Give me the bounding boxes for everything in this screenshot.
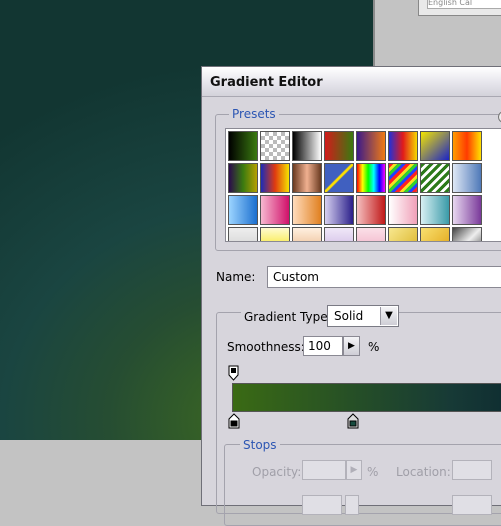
preset-swatch[interactable] [420, 195, 450, 225]
smoothness-label: Smoothness: [227, 340, 305, 354]
preset-swatch[interactable] [228, 195, 258, 225]
color-menu-button[interactable] [345, 495, 359, 515]
opacity-input[interactable] [302, 460, 346, 480]
gradient-type-value: Solid [334, 309, 364, 323]
gradient-type-select[interactable]: Solid ▼ [327, 305, 399, 327]
presets-legend: Presets [229, 107, 279, 121]
preset-swatch[interactable] [292, 227, 322, 241]
preset-swatch[interactable] [324, 227, 354, 241]
background-text-field[interactable]: English Cal [427, 0, 501, 9]
preset-swatch[interactable] [452, 131, 482, 161]
preset-swatch[interactable] [228, 227, 258, 241]
color-swatch-field[interactable] [302, 495, 342, 515]
color-stop-icon[interactable] [347, 413, 359, 429]
preset-swatch[interactable] [388, 227, 418, 241]
chevron-down-icon[interactable]: ▼ [380, 307, 397, 325]
preset-swatch[interactable] [452, 195, 482, 225]
preset-swatch[interactable] [452, 227, 482, 241]
preset-swatch[interactable] [292, 195, 322, 225]
preset-swatch[interactable] [356, 131, 386, 161]
background-panel: English Cal [418, 0, 501, 16]
location-label: Location: [396, 465, 451, 479]
preset-swatch[interactable] [260, 131, 290, 161]
name-input[interactable]: Custom [267, 266, 501, 288]
stops-legend: Stops [240, 438, 280, 452]
canvas-edge [373, 0, 375, 66]
smoothness-unit: % [368, 340, 380, 354]
preset-swatch[interactable] [388, 163, 418, 193]
preset-swatch[interactable] [356, 195, 386, 225]
preset-swatch[interactable] [228, 131, 258, 161]
gradient-editor-dialog: Gradient Editor Presets Name: Custom Gra… [201, 66, 501, 526]
preset-swatch[interactable] [420, 163, 450, 193]
opacity-unit: % [367, 465, 379, 479]
opacity-slider-button[interactable]: ▶ [346, 460, 362, 480]
preset-swatch[interactable] [420, 131, 450, 161]
preset-swatch[interactable] [356, 227, 386, 241]
gradient-preview-bar[interactable] [232, 383, 501, 412]
smoothness-input[interactable]: 100 [303, 336, 343, 356]
preset-swatch[interactable] [228, 163, 258, 193]
preset-swatch[interactable] [260, 195, 290, 225]
preset-swatch[interactable] [388, 131, 418, 161]
location-input[interactable] [452, 460, 492, 480]
preset-swatch[interactable] [324, 195, 354, 225]
smoothness-slider-button[interactable]: ▶ [343, 336, 360, 356]
dialog-title: Gradient Editor [210, 75, 323, 90]
color-location-input[interactable] [452, 495, 492, 515]
presets-swatch-grid [225, 128, 501, 242]
preset-swatch[interactable] [260, 227, 290, 241]
dialog-titlebar[interactable]: Gradient Editor [202, 67, 501, 97]
preset-swatch[interactable] [452, 163, 482, 193]
opacity-stop-icon[interactable] [228, 365, 239, 381]
opacity-label: Opacity: [252, 465, 302, 479]
preset-swatch[interactable] [356, 163, 386, 193]
name-label: Name: [216, 270, 256, 284]
preset-swatch[interactable] [292, 163, 322, 193]
preset-swatch[interactable] [324, 163, 354, 193]
preset-swatch[interactable] [260, 163, 290, 193]
preset-swatch[interactable] [292, 131, 322, 161]
preset-swatch[interactable] [420, 227, 450, 241]
color-stop-icon[interactable] [228, 413, 240, 429]
gradient-type-label: Gradient Type: [241, 310, 335, 324]
preset-swatch[interactable] [324, 131, 354, 161]
preset-swatch[interactable] [388, 195, 418, 225]
